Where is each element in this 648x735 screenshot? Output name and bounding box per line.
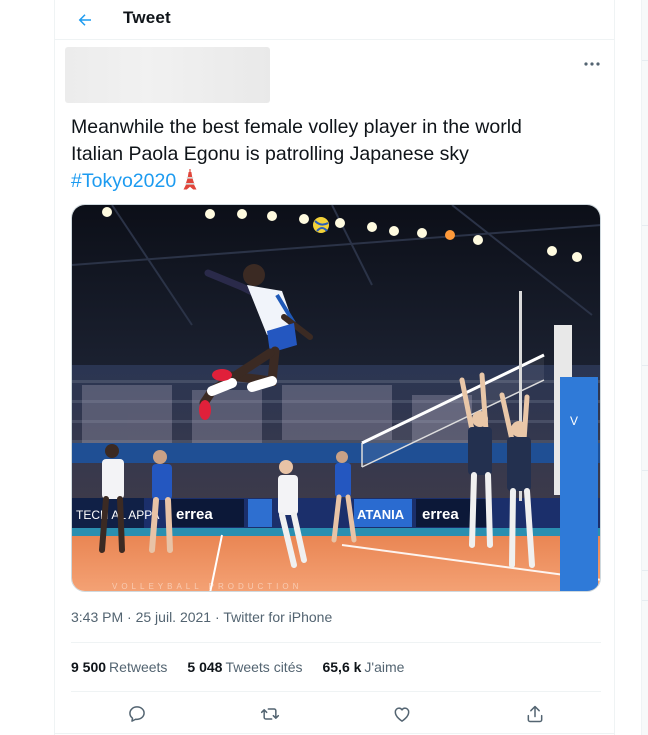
separator: ·	[215, 609, 220, 625]
left-gutter	[0, 0, 54, 735]
tweet-date: 25 juil. 2021	[135, 609, 212, 625]
retweets-stat[interactable]: 9 500 Retweets	[71, 659, 167, 675]
tweet-photo[interactable]: TECH AL APPA errea ATANIA errea VOLLEYBA…	[71, 204, 601, 592]
hashtag-link[interactable]: #Tokyo2020	[71, 170, 176, 192]
more-button[interactable]	[580, 54, 604, 74]
likes-count: 65,6 k	[322, 659, 362, 675]
banner-atania-text: ATANIA	[357, 507, 405, 522]
tokyo-tower-emoji-icon	[183, 169, 197, 190]
quotes-count: 5 048	[187, 659, 223, 675]
tweet-actions	[71, 697, 601, 731]
sidebar-divider	[642, 365, 648, 366]
like-button[interactable]	[385, 697, 419, 731]
sidebar-divider	[642, 60, 648, 61]
reply-button[interactable]	[120, 697, 154, 731]
tweet-text-line: Italian Paola Egonu is patrolling Japane…	[71, 143, 469, 165]
more-horizontal-icon	[584, 62, 600, 66]
retweet-icon	[260, 708, 279, 720]
retweet-button[interactable]	[253, 697, 287, 731]
sidebar-edge	[641, 0, 648, 735]
sidebar-divider	[642, 225, 648, 226]
share-button[interactable]	[518, 697, 552, 731]
tweet-time-link[interactable]: 3:43 PM · 25 juil. 2021	[71, 609, 211, 625]
divider	[55, 733, 614, 734]
header: Tweet	[55, 0, 614, 40]
tweet-column: Tweet Meanwhile the best female volley p…	[54, 0, 615, 735]
sidebar-divider	[642, 470, 648, 471]
likes-stat[interactable]: 65,6 k J'aime	[322, 659, 404, 675]
retweets-label: Retweets	[109, 659, 168, 675]
page-title: Tweet	[123, 8, 171, 27]
retweets-count: 9 500	[71, 659, 107, 675]
quotes-stat[interactable]: 5 048 Tweets cités	[187, 659, 302, 675]
photo-watermark: VOLLEYBALL PRODUCTION	[112, 582, 302, 591]
share-icon	[527, 705, 543, 723]
author-info-blurred[interactable]	[65, 47, 270, 103]
tweet-stats: 9 500 Retweets 5 048 Tweets cités 65,6 k J'…	[71, 642, 601, 692]
sidebar-divider	[642, 600, 648, 601]
tweet-text-line: Meanwhile the best female volley player …	[71, 116, 522, 138]
banner-errea2-text: errea	[422, 506, 459, 523]
arrow-left-icon	[78, 14, 91, 26]
quotes-label: Tweets cités	[225, 659, 303, 675]
reply-icon	[129, 706, 146, 722]
like-icon	[394, 707, 410, 722]
volleyball-photo: TECH AL APPA errea ATANIA errea VOLLEYBA…	[72, 205, 600, 591]
tweet-source-link[interactable]: Twitter for iPhone	[223, 609, 332, 625]
likes-label: J'aime	[364, 659, 405, 675]
sidebar-divider	[642, 570, 648, 571]
svg-text:V: V	[570, 414, 578, 428]
tweet-timestamp: 3:43 PM · 25 juil. 2021 · Twitter for iP…	[71, 609, 332, 625]
tweet-text: Meanwhile the best female volley player …	[71, 114, 601, 195]
tweet-time: 3:43 PM	[71, 609, 124, 625]
banner-errea-text: errea	[176, 506, 213, 523]
back-button[interactable]	[71, 6, 99, 34]
separator: ·	[127, 609, 132, 625]
